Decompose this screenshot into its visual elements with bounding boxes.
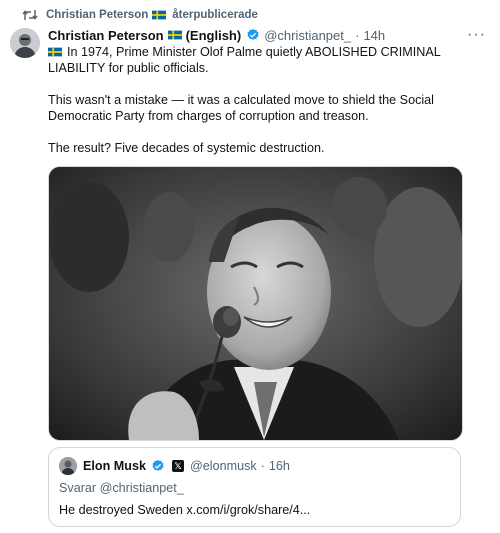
quoted-tweet[interactable]: Elon Musk 𝕏 @elonmusk · 16h Svarar @chri… [48,447,461,527]
quote-author-avatar[interactable] [59,457,77,475]
tweet-text: In 1974, Prime Minister Olof Palme quiet… [48,44,478,156]
author-name[interactable]: Christian Peterson [48,28,164,43]
more-icon[interactable]: ··· [463,27,490,43]
repost-action: återpublicerade [172,9,258,21]
repost-indicator: Christian Peterson återpublicerade [22,6,258,24]
author-avatar[interactable] [10,28,40,58]
author-name-suffix[interactable]: (English) [186,28,242,43]
reposter-name[interactable]: Christian Peterson [46,9,148,21]
quote-author-name[interactable]: Elon Musk [83,459,146,473]
quote-reply-context[interactable]: Svarar @christianpet_ [59,481,184,495]
tweet-paragraph: In 1974, Prime Minister Olof Palme quiet… [48,44,478,76]
tweet-paragraph: This wasn't a mistake — it was a calcula… [48,93,434,123]
swedish-flag-icon [48,47,62,57]
tweet-header: Christian Peterson (English) @christianp… [48,26,490,44]
tweet-photo[interactable] [48,166,463,441]
quote-text: He destroyed Sweden x.com/i/grok/share/4… [59,503,311,517]
quote-timestamp[interactable]: 16h [269,459,290,473]
swedish-flag-icon [152,10,167,20]
swedish-flag-icon [167,30,182,40]
author-handle[interactable]: @christianpet_ [264,28,351,43]
tweet-timestamp[interactable]: 14h [363,28,385,43]
verified-badge-icon[interactable] [246,28,260,42]
tweet-paragraph: The result? Five decades of systemic des… [48,141,325,155]
separator-dot: · [355,27,360,43]
separator-dot: · [260,459,265,473]
quote-author-handle[interactable]: @elonmusk [190,459,257,473]
repost-icon [22,8,38,22]
tweet-paragraph-text: In 1974, Prime Minister Olof Palme quiet… [48,45,441,75]
quote-header: Elon Musk 𝕏 @elonmusk · 16h [59,457,290,475]
verified-badge-icon[interactable] [151,459,165,473]
x-affiliation-icon: 𝕏 [171,460,184,472]
